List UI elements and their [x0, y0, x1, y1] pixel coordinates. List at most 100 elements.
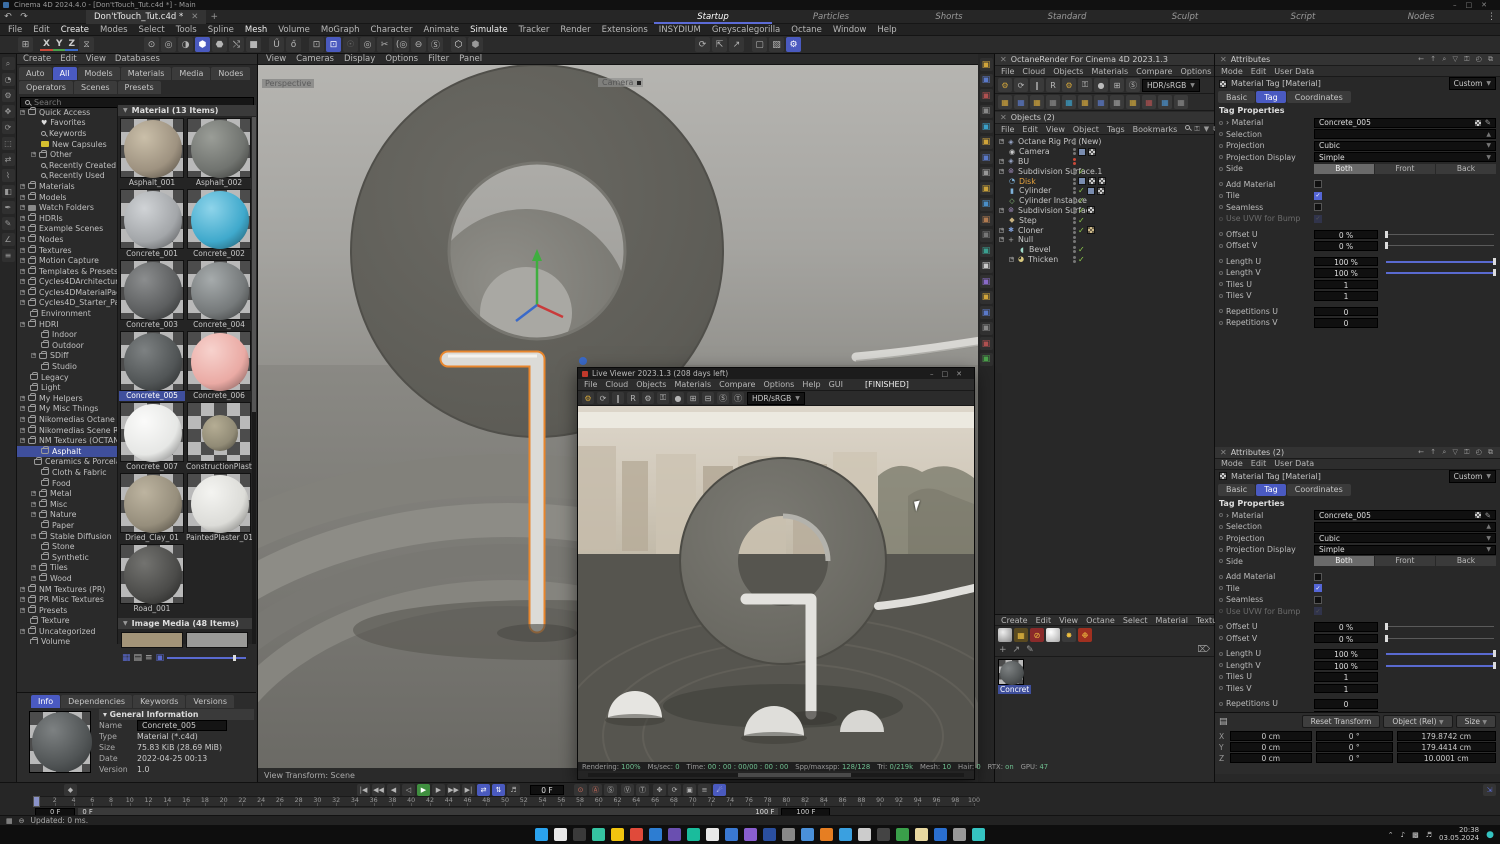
tree-item-motion-capture[interactable]: + Motion Capture	[17, 255, 117, 266]
tree-item-nm-textures-pr-[interactable]: + NM Textures (PR)	[17, 584, 117, 595]
octane-menu-options[interactable]: Options	[1180, 67, 1211, 76]
octane-tool2-icon-8[interactable]: ▦	[1110, 95, 1124, 109]
tray-chevron-icon[interactable]: ⌃	[1388, 831, 1394, 839]
checkbox-tile[interactable]: ✓	[1314, 584, 1322, 593]
objects-filter-icon[interactable]: ▼	[1204, 125, 1209, 134]
octane-settings-icon[interactable]: ⚙	[998, 78, 1012, 92]
slider-offset-v[interactable]	[1385, 634, 1494, 642]
expander-icon[interactable]: +	[999, 207, 1004, 213]
redo-icon[interactable]: ↷	[16, 12, 32, 22]
menu-volume[interactable]: Volume	[278, 25, 310, 35]
live-selection-icon[interactable]: ⊙	[144, 37, 160, 52]
checkbox-seamless[interactable]	[1314, 203, 1322, 212]
octane-strip-icon-7[interactable]: ▣	[979, 151, 993, 164]
visibility-dots[interactable]	[1073, 167, 1076, 175]
selection-field[interactable]: ▲	[1314, 129, 1496, 140]
attributes-menu-edit[interactable]: Edit	[1251, 459, 1267, 468]
layout-tab-nodes[interactable]: Nodes	[1362, 10, 1480, 24]
lv-restart-icon[interactable]: ⟳	[597, 392, 609, 404]
attr-tab-coordinates[interactable]: Coordinates	[1286, 483, 1351, 496]
expander-icon[interactable]: +	[31, 501, 36, 507]
octane-colorspace-dropdown[interactable]: HDR/sRGB ▼	[1142, 78, 1200, 92]
tree-item-paper[interactable]: Paper	[17, 520, 117, 531]
lv-settings-icon[interactable]: ⚙	[582, 392, 594, 404]
z-rot-field[interactable]: 0 °	[1315, 753, 1393, 763]
axis-lock-icon[interactable]: ⤭	[229, 37, 245, 52]
visibility-dots[interactable]	[1073, 246, 1076, 254]
tree-item-hdri[interactable]: + HDRI	[17, 319, 117, 330]
octane-strip-icon-12[interactable]: ▣	[979, 228, 993, 242]
new-tab-icon[interactable]: +	[206, 12, 222, 22]
expander-icon[interactable]: +	[20, 289, 25, 295]
y-rot-field[interactable]: 0 °	[1315, 742, 1393, 752]
gravity-icon[interactable]: ő	[286, 37, 302, 52]
lv-menu-options[interactable]: Options	[763, 380, 794, 389]
mm-octane-material-icon[interactable]: ❉	[1078, 628, 1092, 642]
value-field[interactable]: 0	[1314, 318, 1378, 328]
expander-icon[interactable]: +	[20, 279, 25, 285]
material-thumbnail[interactable]	[998, 659, 1024, 685]
live-viewer-scrollbar[interactable]	[578, 771, 974, 779]
expander-icon[interactable]: +	[20, 205, 25, 211]
measure-tool-icon[interactable]: ∠	[1, 233, 15, 246]
expander-icon[interactable]: +	[20, 226, 25, 232]
grid-view-icon[interactable]: ▦	[122, 653, 131, 663]
swap-tool-icon[interactable]: ⇄	[1, 153, 15, 166]
expander-icon[interactable]: +	[20, 406, 25, 412]
lv-ball-icon[interactable]: ●	[672, 392, 684, 404]
visibility-dots[interactable]	[1073, 177, 1076, 185]
visibility-dots[interactable]	[1073, 216, 1076, 224]
object-item-subdivision-surface-1[interactable]: + ⊚ Subdivision Surface.1 ✓	[995, 166, 1214, 176]
attributes-menu-user-data[interactable]: User Data	[1274, 459, 1314, 468]
checkbox-add-material[interactable]	[1314, 180, 1322, 189]
checker-tag-icon[interactable]	[1086, 206, 1095, 215]
attributes-menu-user-data[interactable]: User Data	[1274, 67, 1314, 76]
mm-add-icon[interactable]: +	[999, 645, 1007, 655]
mirror-tool-icon[interactable]: ◧	[1, 185, 15, 198]
octane-strip-icon-10[interactable]: ▣	[979, 197, 993, 211]
value-field[interactable]: 1	[1314, 291, 1378, 301]
play-reverse-icon[interactable]: ◁	[402, 783, 415, 796]
octane-menu-cloud[interactable]: Cloud	[1022, 67, 1045, 76]
octane-pick-material-icon[interactable]: ⊞	[1110, 78, 1124, 92]
checker-tag-icon[interactable]	[1096, 186, 1105, 195]
material-cell-concrete-007[interactable]: Concrete_007	[119, 402, 185, 472]
selection-field[interactable]: ▲	[1314, 521, 1496, 532]
magnet-tool-icon[interactable]: ⌇	[1, 169, 15, 182]
octane-strip-icon-18[interactable]: ▣	[979, 321, 993, 335]
taskbar-app-icon-7[interactable]	[649, 828, 662, 841]
tree-item-nature[interactable]: + Nature	[17, 509, 117, 521]
taskbar-app-icon-12[interactable]	[744, 828, 757, 841]
object-item-disk[interactable]: ◔ Disk	[995, 176, 1214, 186]
expander-icon[interactable]: +	[999, 237, 1004, 243]
asset-menu-edit[interactable]: Edit	[60, 54, 76, 64]
lv-menu-gui[interactable]: GUI	[829, 380, 843, 389]
octane-strip-icon-5[interactable]: ▣	[979, 120, 993, 133]
materials-section-header[interactable]: ▼ Material (13 Items)	[118, 105, 256, 116]
move-tool-icon[interactable]: ◎	[161, 37, 177, 52]
material-cell-concrete-006[interactable]: Concrete_006	[186, 331, 252, 401]
octane-strip-icon-8[interactable]: ▣	[979, 166, 993, 180]
material-link-field[interactable]: Concrete_005 ✎	[1314, 510, 1496, 521]
x-size-field[interactable]: 179.8742 cm	[1396, 731, 1496, 741]
visibility-dots[interactable]	[1073, 138, 1076, 146]
dropdown-projection-display[interactable]: Simple ▼	[1314, 152, 1496, 163]
expander-icon[interactable]: +	[20, 438, 25, 444]
mm-standard-material-icon[interactable]	[998, 628, 1012, 642]
general-information-header[interactable]: ▾ General Information	[99, 709, 254, 720]
tree-item-misc[interactable]: + Misc	[17, 499, 117, 510]
filter-tab-auto[interactable]: Auto	[19, 67, 52, 80]
enabled-check-icon[interactable]: ✓	[1078, 245, 1085, 254]
taskbar-app-icon-17[interactable]	[839, 828, 852, 841]
material-link-field[interactable]: Concrete_005 ✎	[1314, 117, 1496, 128]
viewport-menu-cameras[interactable]: Cameras	[296, 54, 334, 64]
tray-volume-icon[interactable]: ♬	[1426, 831, 1432, 839]
visibility-dots[interactable]	[1073, 255, 1076, 263]
coordinate-system-icon[interactable]: ⧖	[79, 37, 95, 52]
taskbar-app-icon-14[interactable]	[782, 828, 795, 841]
lv-menu-materials[interactable]: Materials	[674, 380, 711, 389]
rotate-tool-icon[interactable]: ⬢	[195, 37, 211, 52]
taskbar-app-icon-16[interactable]	[820, 828, 833, 841]
octane-tool2-icon-11[interactable]: ▦	[1158, 95, 1172, 109]
annotate-icon[interactable]: Ⓢ	[428, 37, 444, 52]
